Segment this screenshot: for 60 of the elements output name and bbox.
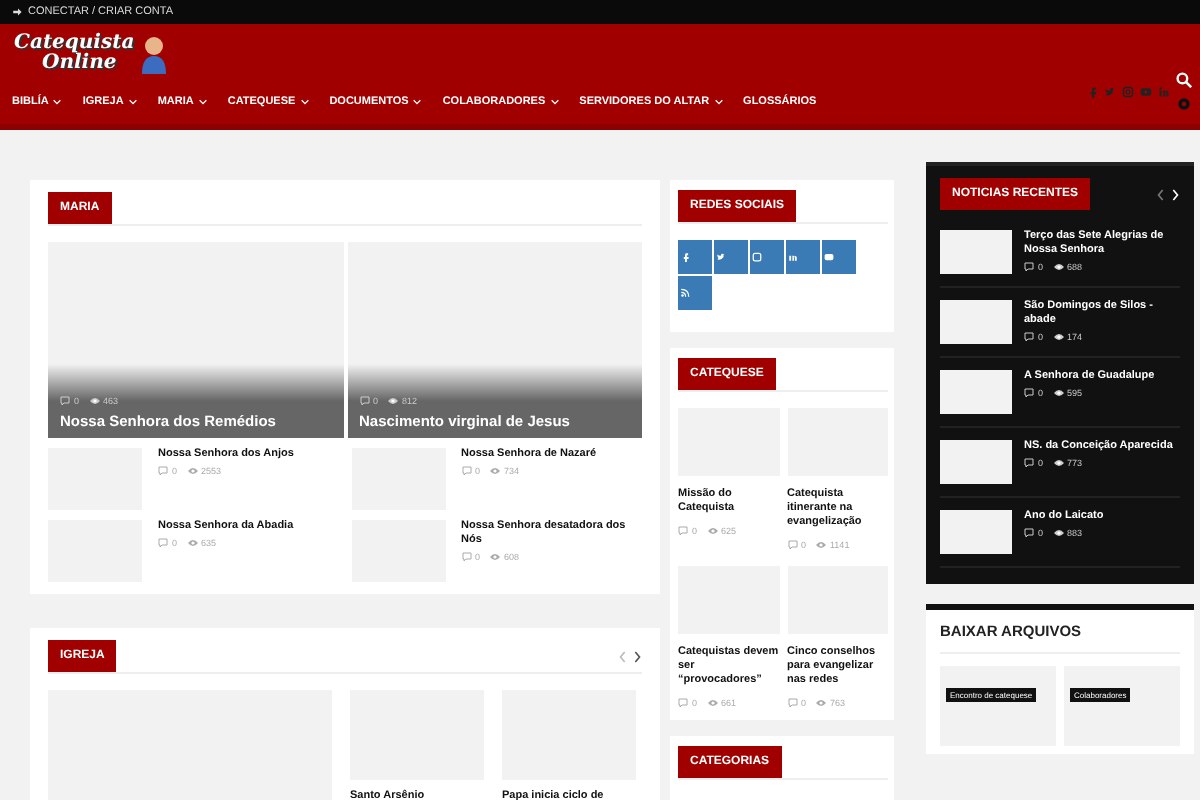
comment-icon: [678, 698, 688, 708]
comment-icon: [1024, 458, 1034, 468]
eye-icon: [1053, 332, 1064, 342]
eye-icon: [89, 396, 100, 406]
facebook-icon: [680, 252, 690, 262]
settings-icon[interactable]: [1176, 95, 1192, 111]
comment-icon: [158, 538, 168, 548]
eye-icon: [1053, 528, 1064, 538]
eye-icon: [490, 552, 501, 562]
eye-icon: [187, 466, 198, 476]
rss-icon: [680, 288, 690, 298]
previous-icon[interactable]: [1156, 187, 1166, 201]
comment-icon: [158, 466, 168, 476]
post-thumbnail[interactable]: [940, 440, 1012, 484]
youtube-button[interactable]: [822, 240, 856, 274]
eye-icon: [1053, 458, 1064, 468]
eye-icon: [388, 396, 399, 406]
comment-icon: [461, 466, 471, 476]
eye-icon: [187, 538, 198, 548]
comment-icon: [1024, 262, 1034, 272]
comment-icon: [787, 540, 797, 550]
linkedin-icon: [788, 252, 798, 262]
eye-icon: [490, 466, 501, 476]
instagram-icon: [752, 252, 762, 262]
instagram-button[interactable]: [750, 240, 784, 274]
eye-icon: [816, 698, 827, 708]
instagram-icon[interactable]: [1122, 85, 1134, 97]
eye-icon: [707, 526, 718, 536]
eye-icon: [816, 540, 827, 550]
twitter-icon: [716, 252, 726, 262]
comment-icon: [1024, 388, 1034, 398]
comment-icon: [359, 396, 369, 406]
logo-text[interactable]: Catequista: [14, 34, 135, 54]
rss-button[interactable]: [678, 276, 712, 310]
post-thumbnail[interactable]: [940, 230, 1012, 274]
comment-icon: [1024, 528, 1034, 538]
post-thumbnail[interactable]: [940, 510, 1012, 554]
linkedin-icon[interactable]: [1158, 85, 1170, 97]
login-icon: [12, 6, 24, 18]
facebook-icon[interactable]: [1086, 85, 1098, 97]
post-thumbnail[interactable]: [940, 300, 1012, 344]
facebook-button[interactable]: [678, 240, 712, 274]
eye-icon: [1053, 262, 1064, 272]
comment-icon: [678, 526, 688, 536]
linkedin-button[interactable]: [786, 240, 820, 274]
eye-icon: [1053, 388, 1064, 398]
twitter-button[interactable]: [714, 240, 748, 274]
youtube-icon: [824, 252, 834, 262]
comment-icon: [787, 698, 797, 708]
youtube-icon[interactable]: [1140, 85, 1152, 97]
comment-icon: [461, 552, 471, 562]
next-icon[interactable]: [632, 649, 642, 663]
figure-drawing: [138, 34, 171, 74]
eye-icon: [707, 698, 718, 708]
search-icon[interactable]: [1176, 71, 1192, 87]
comment-icon: [60, 396, 70, 406]
comment-icon: [1024, 332, 1034, 342]
post-thumbnail[interactable]: [940, 370, 1012, 414]
logo-text[interactable]: Online: [14, 54, 135, 74]
twitter-icon[interactable]: [1104, 85, 1116, 97]
